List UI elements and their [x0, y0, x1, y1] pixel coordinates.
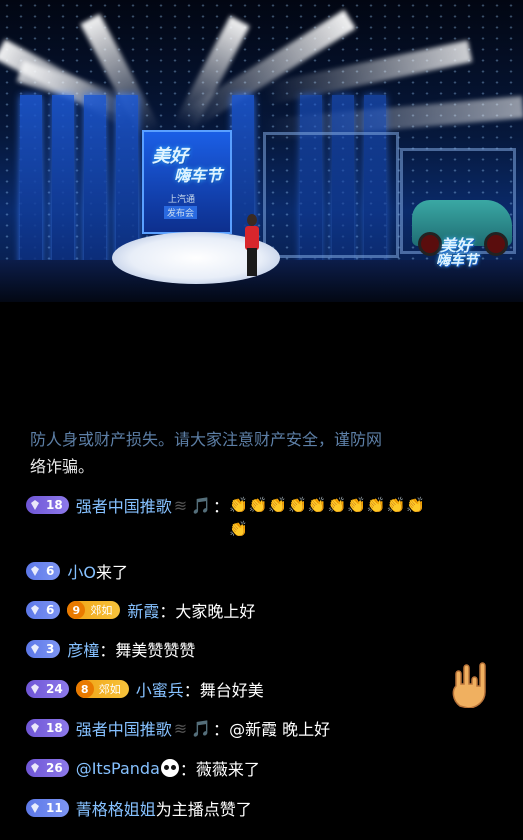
fan-level: 9: [67, 601, 86, 619]
message-text: 薇薇来了: [195, 760, 260, 779]
clap-emoji-message: 👏👏👏👏👏👏👏👏👏👏👏: [229, 496, 426, 538]
wave-icon: ≋: [173, 718, 188, 738]
chat-message[interactable]: 18 强者中国推歌 ≋ 🎵 ： @新霞 晚上好: [26, 713, 330, 743]
stage-logo-line2: 嗨车节: [436, 253, 478, 269]
system-notice: 防人身或财产损失。请大家注意财产安全，谨防网 络诈骗。: [30, 426, 500, 480]
chat-message[interactable]: 24 8 郊如 小蜜兵 ： 舞台好美: [26, 674, 264, 704]
diamond-icon: [31, 684, 39, 694]
user-level-badge: 18: [26, 719, 69, 737]
notice-text-grey: 防人身或财产损失。请大家注意财产安全，谨防网: [30, 430, 383, 449]
user-level-badge: 24: [26, 680, 69, 698]
separator: ：: [159, 602, 176, 621]
rock-hand-gesture-icon[interactable]: [446, 660, 494, 708]
chat-message[interactable]: 6 9 郊如 新霞 ： 大家晚上好: [26, 595, 255, 625]
message-text: 舞台好美: [199, 681, 264, 700]
center-led-screen: 美好 嗨车节 上汽通 发布会: [142, 130, 232, 234]
message-text: 舞美赞赞赞: [115, 641, 196, 660]
screen-subtitle1: 上汽通: [168, 195, 196, 205]
separator: ：: [99, 641, 116, 660]
presenter: [245, 226, 259, 250]
user-level-badge: 6: [26, 562, 61, 580]
fan-club-badge: 9 郊如: [67, 601, 121, 619]
wave-icon: ≋: [173, 495, 188, 515]
presenter-legs: [247, 248, 257, 276]
message-text: 大家晚上好: [175, 602, 256, 621]
user-level: 26: [46, 761, 63, 775]
panda-icon: [160, 759, 179, 777]
username[interactable]: 强者中国推歌: [76, 493, 172, 517]
username[interactable]: 强者中国推歌: [76, 716, 172, 740]
user-level: 6: [46, 603, 55, 617]
chat-message[interactable]: 18 强者中国推歌 ≋ 🎵 ： 👏👏👏👏👏👏👏👏👏👏👏: [26, 490, 439, 538]
fan-level: 8: [75, 680, 94, 698]
stage-frame: [263, 132, 399, 258]
user-level: 3: [46, 642, 55, 656]
fan-club-badge: 8 郊如: [75, 680, 129, 698]
led-wall-panel: [52, 95, 74, 275]
username[interactable]: 小蜜兵: [136, 677, 184, 701]
diamond-icon: [31, 763, 39, 773]
chat-message[interactable]: 11 菁格格姐姐 为主播点赞了: [26, 793, 252, 823]
live-video-stage[interactable]: 美好 嗨车节 上汽通 发布会 美好 嗨车节: [0, 0, 523, 302]
user-level-badge: 11: [26, 799, 69, 817]
message-text: 为主播点赞了: [155, 800, 252, 819]
presenter-head: [247, 214, 257, 226]
chat-message[interactable]: 3 彦橦 ： 舞美赞赞赞: [26, 634, 195, 664]
message-text: @新霞 晚上好: [229, 720, 331, 739]
user-level-badge: 6: [26, 601, 61, 619]
username[interactable]: 新霞: [127, 598, 159, 622]
music-note-icon: 🎵: [191, 495, 212, 515]
user-level-badge: 26: [26, 759, 69, 777]
led-wall-panel: [20, 95, 42, 275]
notice-text-white: 络诈骗。: [30, 457, 95, 476]
chat-message[interactable]: 26 @ItsPanda ： 薇薇来了: [26, 753, 260, 783]
diamond-icon: [31, 803, 39, 813]
separator: ：: [179, 760, 196, 779]
user-level: 18: [46, 721, 63, 735]
diamond-icon: [31, 644, 39, 654]
user-level: 11: [46, 801, 63, 815]
separator: ：: [213, 720, 230, 739]
separator: ：: [213, 497, 230, 516]
user-level-badge: 3: [26, 640, 61, 658]
chat-message[interactable]: 6 小O 来了: [26, 556, 128, 586]
diamond-icon: [31, 723, 39, 733]
separator: ：: [183, 681, 200, 700]
music-note-icon: 🎵: [191, 718, 212, 738]
screen-logo-line2: 嗨车节: [174, 166, 223, 185]
user-level: 24: [46, 682, 63, 696]
user-level-badge: 18: [26, 496, 69, 514]
led-wall-panel: [84, 95, 106, 275]
diamond-icon: [31, 605, 39, 615]
diamond-icon: [31, 566, 39, 576]
message-text: 来了: [95, 563, 128, 582]
user-level: 6: [46, 564, 55, 578]
username[interactable]: 彦橦: [67, 637, 99, 661]
screen-subtitle2: 发布会: [164, 206, 198, 219]
username[interactable]: 小O: [67, 559, 96, 583]
fan-label: 郊如: [90, 604, 113, 617]
username[interactable]: @ItsPanda: [76, 759, 160, 778]
fan-label: 郊如: [98, 683, 121, 696]
diamond-icon: [31, 500, 39, 510]
username[interactable]: 菁格格姐姐: [76, 796, 156, 820]
car-wheel: [484, 232, 508, 256]
user-level: 18: [46, 498, 63, 512]
